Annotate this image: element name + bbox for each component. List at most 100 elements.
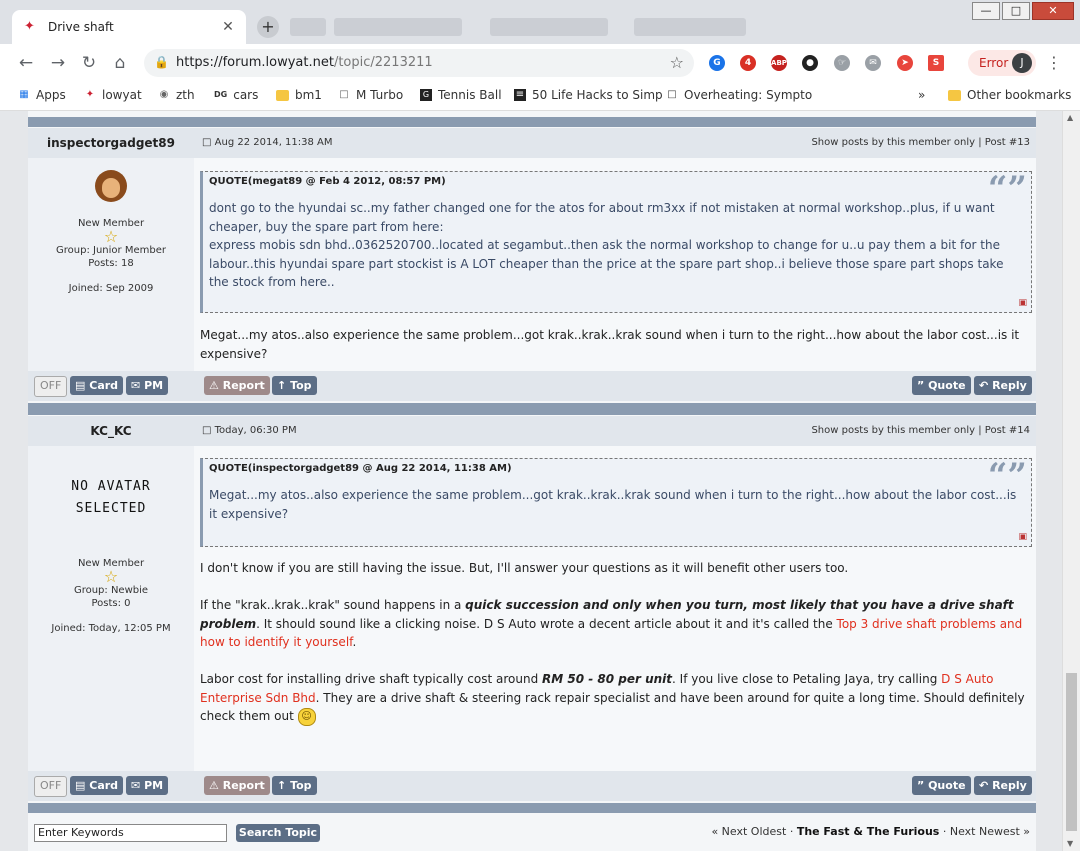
g-icon: G [420, 89, 432, 101]
page-scrollbar[interactable]: ▲ ▼ [1062, 111, 1080, 851]
apps-grid-icon: ▦ [19, 89, 29, 100]
bookmark-tennis-ball[interactable]: G Tennis Ball [420, 88, 502, 102]
window-close-button[interactable]: ✕ [1032, 2, 1074, 20]
lock-icon: 🔒 [154, 55, 169, 69]
notification-extension-icon[interactable]: 4 [740, 55, 756, 71]
top-button[interactable]: ↑ Top [272, 776, 317, 795]
home-icon[interactable]: ⌂ [110, 53, 130, 73]
color-picker-extension-icon[interactable]: ● [802, 55, 818, 71]
bookmark-life-hacks[interactable]: ≡ 50 Life Hacks to Simp [514, 88, 663, 102]
quote-icon: ” [917, 779, 925, 792]
bookmark-lowyat[interactable]: ✦ lowyat [84, 88, 142, 102]
post-author[interactable]: KC_KC [28, 416, 194, 446]
background-tab[interactable] [334, 18, 462, 36]
quote-button[interactable]: ” Quote [912, 376, 971, 395]
post-body: QUOTE(megat89 @ Feb 4 2012, 08:57 PM) “”… [194, 158, 1036, 371]
close-icon[interactable]: ✕ [220, 19, 236, 35]
reply-arrow-icon: ↶ [979, 379, 989, 392]
show-posts-link[interactable]: Show posts by this member only [811, 137, 975, 148]
grammarly-extension-icon[interactable]: G [709, 55, 725, 71]
bookmarks-overflow-chevron[interactable]: » [918, 88, 925, 102]
card-icon: ▤ [75, 779, 86, 792]
tab-strip: ✦ Drive shaft ✕ + — □ ✕ [0, 0, 1080, 44]
member-joined: Joined: Today, 12:05 PM [51, 623, 171, 634]
post-separator [28, 803, 1036, 813]
post-number-link[interactable]: Post #13 [985, 137, 1030, 148]
alert-icon: ⚠ [209, 379, 219, 392]
pm-button[interactable]: ✉ PM [126, 376, 169, 395]
expand-quote-icon[interactable]: ▣ [1018, 532, 1027, 542]
profile-error-button[interactable]: Error J [968, 50, 1036, 76]
post-date: □ Aug 22 2014, 11:38 AM [202, 137, 333, 148]
avatar [95, 170, 127, 202]
back-arrow-icon[interactable]: ← [16, 53, 36, 73]
show-posts-link[interactable]: Show posts by this member only [811, 425, 975, 436]
topic-footer: Enter Keywords Search Topic « Next Oldes… [28, 813, 1036, 851]
envelope-icon: ✉ [131, 379, 141, 392]
envelope-icon: ✉ [131, 779, 141, 792]
card-button[interactable]: ▤ Card [70, 776, 124, 795]
forum-link[interactable]: The Fast & The Furious [797, 825, 940, 838]
address-bar[interactable]: 🔒 https://forum.lowyat.net/topic/2213211… [144, 49, 694, 77]
next-newest-link[interactable]: Next Newest » [950, 825, 1030, 838]
background-tab[interactable] [290, 18, 326, 36]
pm-button[interactable]: ✉ PM [126, 776, 169, 795]
maximize-button[interactable]: □ [1002, 2, 1030, 20]
new-tab-button[interactable]: + [257, 16, 279, 38]
background-tab[interactable] [490, 18, 608, 36]
bookmark-star-icon[interactable]: ☆ [670, 53, 684, 72]
post-actions: OFF ▤ Card ✉ PM ⚠ Report ↑ Top ” Quote ↶… [28, 771, 1036, 801]
bookmark-overheating[interactable]: □ Overheating: Sympto [666, 88, 812, 102]
post-paragraph: Labor cost for installing drive shaft ty… [200, 670, 1030, 726]
topic-content: inspectorgadget89 □ Aug 22 2014, 11:38 A… [28, 111, 1036, 851]
minimize-button[interactable]: — [972, 2, 1000, 20]
member-joined: Joined: Sep 2009 [68, 283, 154, 294]
bookmark-m-turbo[interactable]: □ M Turbo [338, 88, 403, 102]
site-icon: ≡ [514, 89, 526, 101]
quote-button[interactable]: ” Quote [912, 776, 971, 795]
report-button[interactable]: ⚠ Report [204, 776, 270, 795]
forward-arrow-icon[interactable]: → [48, 53, 68, 73]
post-text: Megat...my atos..also experience the sam… [200, 328, 1020, 361]
lowyat-icon: ✦ [85, 89, 95, 100]
rocket-extension-icon[interactable]: ➤ [897, 55, 913, 71]
member-posts: Posts: 0 [91, 598, 131, 609]
bookmark-apps[interactable]: ▦ Apps [18, 88, 65, 102]
bookmark-cars[interactable]: DG cars [214, 88, 258, 102]
expand-quote-icon[interactable]: ▣ [1018, 298, 1027, 308]
scrollbar-thumb[interactable] [1066, 673, 1077, 831]
bookmarks-bar: ▦ Apps ✦ lowyat ◉ zth DG cars bm1 □ M Turbo G… [0, 82, 1080, 111]
bookmark-zth[interactable]: ◉ zth [158, 88, 195, 102]
background-tab[interactable] [634, 18, 746, 36]
next-oldest-link[interactable]: « Next Oldest [711, 825, 786, 838]
reload-icon[interactable]: ↻ [79, 53, 99, 73]
alert-icon: ⚠ [209, 779, 219, 792]
search-topic-button[interactable]: Search Topic [236, 824, 320, 842]
extension-icon[interactable]: ☞ [834, 55, 850, 71]
post-number-link[interactable]: Post #14 [985, 425, 1030, 436]
adblock-extension-icon[interactable]: ABP [771, 55, 787, 71]
card-button[interactable]: ▤ Card [70, 376, 124, 395]
lowyat-favicon-icon: ✦ [24, 19, 35, 34]
no-avatar-placeholder: NO AVATAR SELECTED [71, 479, 151, 516]
reply-button[interactable]: ↶ Reply [974, 776, 1032, 795]
scroll-up-icon[interactable]: ▲ [1067, 113, 1073, 122]
post-header: inspectorgadget89 □ Aug 22 2014, 11:38 A… [28, 128, 1036, 158]
top-button[interactable]: ↑ Top [272, 376, 317, 395]
tab-drive-shaft[interactable]: ✦ Drive shaft ✕ [12, 10, 246, 44]
offline-status: OFF [34, 776, 68, 797]
reply-button[interactable]: ↶ Reply [974, 376, 1032, 395]
author-info: NO AVATAR SELECTED New Member ☆ Group: N… [28, 446, 194, 771]
report-button[interactable]: ⚠ Report [204, 376, 270, 395]
chat-extension-icon[interactable]: ✉ [865, 55, 881, 71]
quote-text: dont go to the hyundai sc..my father cha… [209, 201, 1004, 289]
menu-dots-icon[interactable]: ⋮ [1046, 53, 1062, 72]
quote-block: QUOTE(inspectorgadget89 @ Aug 22 2014, 1… [200, 458, 1032, 547]
other-bookmarks[interactable]: Other bookmarks [948, 88, 1071, 102]
page-left-margin [0, 111, 28, 851]
scroll-down-icon[interactable]: ▼ [1067, 839, 1073, 848]
bookmark-bm1[interactable]: bm1 [276, 88, 322, 102]
search-input[interactable]: Enter Keywords [34, 824, 227, 842]
post-author[interactable]: inspectorgadget89 [28, 128, 194, 158]
s-extension-icon[interactable]: S [928, 55, 944, 71]
